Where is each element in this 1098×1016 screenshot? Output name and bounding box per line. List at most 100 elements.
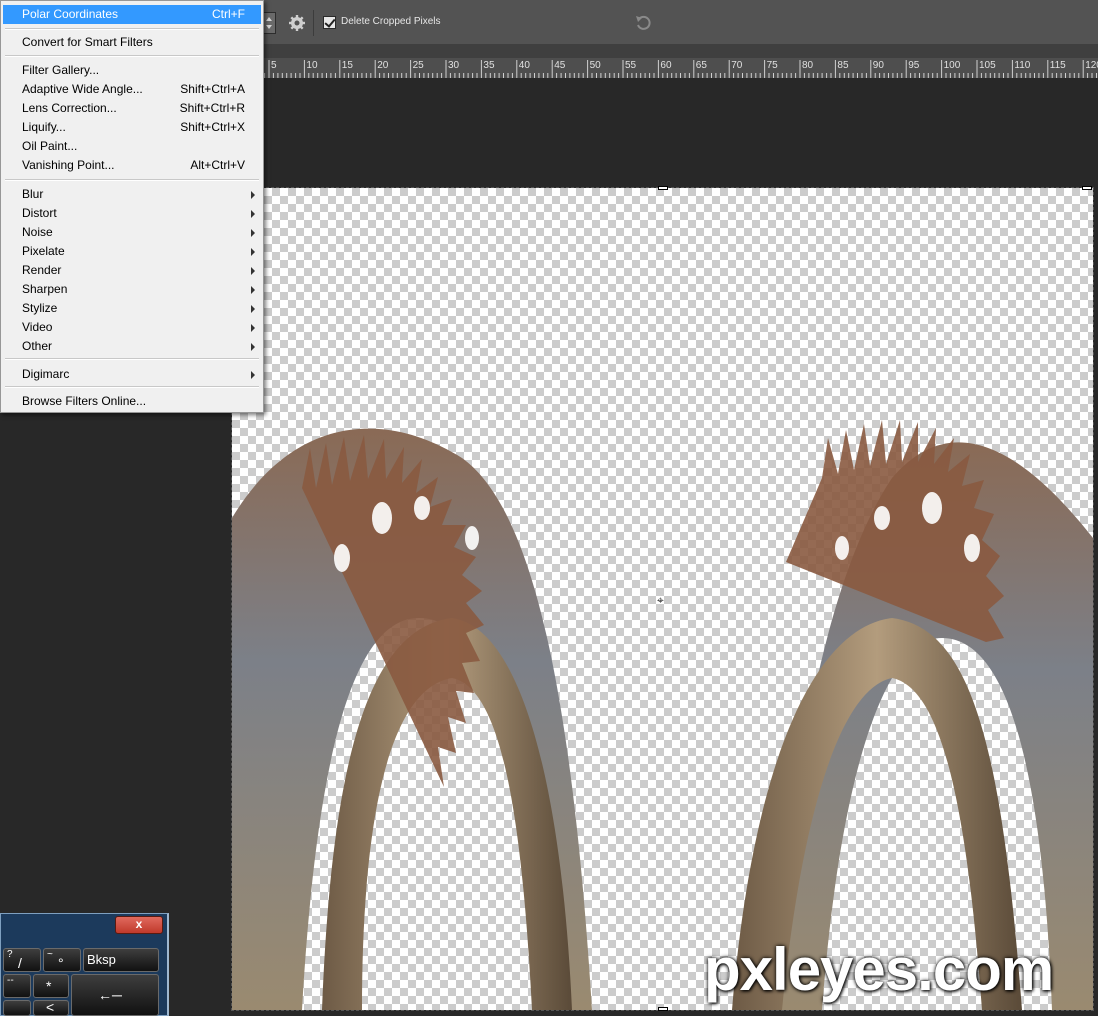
document-tab-strip xyxy=(262,44,1098,58)
close-button[interactable]: x xyxy=(115,916,163,934)
menu-item-label: Video xyxy=(22,320,53,334)
menu-item[interactable]: Sharpen xyxy=(3,280,261,299)
key-blank[interactable] xyxy=(3,1000,31,1016)
menu-item[interactable]: Adaptive Wide Angle... Shift+Ctrl+A xyxy=(3,80,261,99)
ruler-label: 50 xyxy=(589,60,601,71)
menu-item[interactable]: Distort xyxy=(3,204,261,223)
menu-item-shortcut: Shift+Ctrl+A xyxy=(180,82,245,96)
ruler-label: 15 xyxy=(341,60,353,71)
menu-item-label: Lens Correction... xyxy=(22,101,117,115)
menu-item-label: Browse Filters Online... xyxy=(22,394,147,408)
menu-item-label: Other xyxy=(22,339,53,353)
ruler-label: 80 xyxy=(802,60,814,71)
menu-item[interactable]: Oil Paint... xyxy=(3,137,261,156)
submenu-arrow-icon xyxy=(251,191,255,199)
crop-handle-top[interactable] xyxy=(658,186,668,190)
ruler-label: 75 xyxy=(766,60,778,71)
key-enter[interactable]: ←─ xyxy=(71,974,159,1016)
spinner-control[interactable] xyxy=(262,12,276,34)
menu-item[interactable]: Blur xyxy=(3,185,261,204)
ruler-label: 70 xyxy=(731,60,743,71)
menu-item[interactable]: Noise xyxy=(3,223,261,242)
menu-item[interactable]: Filter Gallery... xyxy=(3,61,261,80)
delete-cropped-checkbox[interactable] xyxy=(323,16,336,29)
submenu-arrow-icon xyxy=(251,248,255,256)
crop-handle-top-right[interactable] xyxy=(1082,186,1092,190)
key-asterisk[interactable]: * xyxy=(33,974,69,998)
menu-item[interactable]: Browse Filters Online... xyxy=(3,392,261,411)
ruler-label: 45 xyxy=(554,60,566,71)
menu-item-label: Stylize xyxy=(22,301,58,315)
menu-item[interactable]: Convert for Smart Filters xyxy=(3,33,261,52)
crop-handle-bottom[interactable] xyxy=(658,1007,668,1011)
ruler-label: 40 xyxy=(518,60,530,71)
submenu-arrow-icon xyxy=(251,267,255,275)
menu-item-label: Render xyxy=(22,263,62,277)
submenu-arrow-icon xyxy=(251,229,255,237)
ruler-label: 30 xyxy=(448,60,460,71)
ruler-label: 85 xyxy=(837,60,849,71)
menu-item-label: Blur xyxy=(22,187,44,201)
menu-item-label: Sharpen xyxy=(22,282,68,296)
key-question[interactable]: ? / xyxy=(3,948,41,972)
menu-item-label: Distort xyxy=(22,206,57,220)
menu-item-label: Convert for Smart Filters xyxy=(22,35,153,49)
menu-item-label: Noise xyxy=(22,225,53,239)
menu-separator xyxy=(5,386,259,388)
menu-item-label: Filter Gallery... xyxy=(22,63,100,77)
menu-separator xyxy=(5,179,259,181)
menu-item[interactable]: Lens Correction... Shift+Ctrl+R xyxy=(3,99,261,118)
menu-item[interactable]: Digimarc xyxy=(3,365,261,384)
ruler-label: 120 xyxy=(1085,60,1098,71)
menu-item-label: Adaptive Wide Angle... xyxy=(22,82,143,96)
ruler-label: 90 xyxy=(872,60,884,71)
menu-item[interactable]: Liquify... Shift+Ctrl+X xyxy=(3,118,261,137)
menu-item-label: Oil Paint... xyxy=(22,139,78,153)
ruler-label: 105 xyxy=(979,60,996,71)
menu-item[interactable]: Polar Coordinates Ctrl+F xyxy=(3,5,261,24)
key-minus[interactable]: -- xyxy=(3,974,31,998)
ruler-label: 10 xyxy=(306,60,318,71)
menu-separator xyxy=(5,28,259,30)
menu-item-shortcut: Shift+Ctrl+R xyxy=(179,101,245,115)
toolbar-separator xyxy=(313,10,314,36)
menu-item[interactable]: Other xyxy=(3,337,261,356)
key-backspace[interactable]: Bksp xyxy=(83,948,159,972)
submenu-arrow-icon xyxy=(251,343,255,351)
menu-item[interactable]: Render xyxy=(3,261,261,280)
menu-item-label: Vanishing Point... xyxy=(22,158,115,172)
menu-item-shortcut: Alt+Ctrl+V xyxy=(190,158,245,172)
ruler-label: 20 xyxy=(377,60,389,71)
menu-item[interactable]: Pixelate xyxy=(3,242,261,261)
submenu-arrow-icon xyxy=(251,210,255,218)
menu-item[interactable]: Stylize xyxy=(3,299,261,318)
watermark: pxleyes.com xyxy=(704,936,1054,1003)
submenu-arrow-icon xyxy=(251,371,255,379)
on-screen-keyboard: x ? / ~ ° Bksp -- * ←─ < xyxy=(0,913,169,1016)
horizontal-ruler: 5 10 15 20 25 30 35 40 45 50 55 60 65 70 75 80 85 90 95 100… xyxy=(262,58,1098,79)
ruler-label: 60 xyxy=(660,60,672,71)
menu-item-label: Pixelate xyxy=(22,244,65,258)
menu-item[interactable]: Vanishing Point... Alt+Ctrl+V xyxy=(3,156,261,175)
reset-icon[interactable] xyxy=(634,14,654,32)
menu-separator xyxy=(5,358,259,360)
menu-item-label: Polar Coordinates xyxy=(22,7,119,21)
key-tilde[interactable]: ~ ° xyxy=(43,948,81,972)
menu-item-shortcut: Shift+Ctrl+X xyxy=(180,120,245,134)
submenu-arrow-icon xyxy=(251,286,255,294)
filter-menu: Polar Coordinates Ctrl+F Convert for Smart… xyxy=(0,0,264,413)
ruler-label: 110 xyxy=(1014,60,1031,71)
ruler-label: 115 xyxy=(1049,60,1066,71)
menu-item[interactable]: Video xyxy=(3,318,261,337)
ruler-label: 5 xyxy=(271,60,277,71)
menu-item-label: Digimarc xyxy=(22,367,70,381)
ruler-label: 55 xyxy=(625,60,637,71)
ruler-label: 35 xyxy=(483,60,495,71)
menu-item-shortcut: Ctrl+F xyxy=(212,7,245,21)
menu-separator xyxy=(5,55,259,57)
gear-icon[interactable] xyxy=(288,14,306,32)
key-less-than[interactable]: < xyxy=(33,999,69,1016)
ruler-label: 65 xyxy=(695,60,707,71)
submenu-arrow-icon xyxy=(251,305,255,313)
ruler-label: 95 xyxy=(908,60,920,71)
